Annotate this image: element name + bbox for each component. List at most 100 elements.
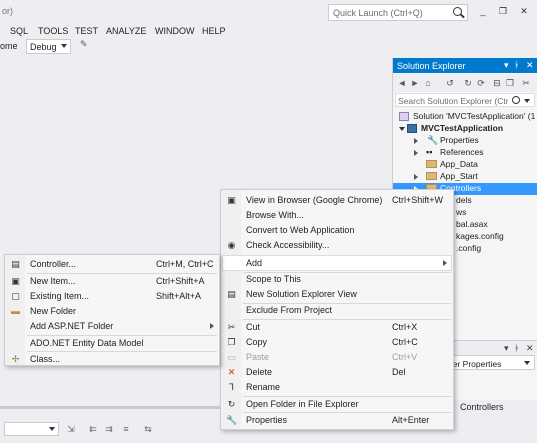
properties-object-label: der Properties — [448, 359, 502, 369]
context-menu: ▣ View in Browser (Google Chrome) Ctrl+S… — [220, 189, 454, 430]
dropdown-icon[interactable]: ▾ — [504, 60, 509, 71]
browser-dropdown-fragment[interactable]: ome — [0, 41, 18, 51]
menu-item-view-in-browser[interactable]: ▣ View in Browser (Google Chrome) Ctrl+S… — [222, 193, 452, 208]
quick-launch-input[interactable]: Quick Launch (Ctrl+Q) — [328, 4, 468, 21]
submenu-arrow-icon — [443, 260, 447, 266]
submenu-arrow-icon — [210, 323, 214, 329]
menu-tools[interactable]: TOOLS — [38, 26, 68, 36]
menu-item-copy[interactable]: ❐ Copy Ctrl+C — [222, 335, 452, 350]
find-previous-icon[interactable]: ⇇ — [88, 424, 98, 434]
tree-item-app-start[interactable]: App_Start — [393, 171, 537, 183]
menu-window[interactable]: WINDOW — [155, 26, 195, 36]
search-placeholder: Search Solution Explorer (Ctrl+;) — [398, 96, 508, 106]
paste-icon: ▭ — [227, 352, 236, 362]
menu-item-open-folder[interactable]: ↻ Open Folder in File Explorer — [222, 397, 452, 412]
wrench-icon: 🔧 — [226, 415, 238, 425]
tree-item-references[interactable]: ▪▪ References — [393, 147, 537, 159]
solution-icon — [399, 112, 409, 121]
browser-icon: ▣ — [227, 195, 236, 205]
pin-icon[interactable]: ᚼ — [514, 60, 519, 70]
close-icon[interactable]: ✕ — [526, 60, 534, 71]
menu-help[interactable]: HELP — [202, 26, 226, 36]
tree-item-solution[interactable]: Solution 'MVCTestApplication' (1 — [393, 111, 537, 123]
copy-icon: ❐ — [227, 337, 236, 347]
dropdown-icon[interactable]: ▾ — [504, 343, 509, 354]
menu-item-add[interactable]: Add — [222, 255, 452, 271]
pin-icon[interactable]: ᚼ — [514, 343, 519, 353]
add-submenu: ▤ Controller... Ctrl+M, Ctrl+C ▣ New Ite… — [4, 254, 220, 366]
forward-icon[interactable]: ► — [410, 78, 420, 88]
close-icon[interactable]: ✕ — [526, 343, 534, 354]
menu-item-convert-web-app[interactable]: Convert to Web Application — [222, 223, 452, 238]
search-icon — [512, 96, 520, 104]
menu-item-check-accessibility[interactable]: ◉ Check Accessibility... — [222, 238, 452, 253]
go-to-icon[interactable]: ⇲ — [66, 424, 76, 434]
sync-icon[interactable]: ↺ — [445, 78, 455, 88]
home-icon[interactable]: ⌂ — [423, 78, 433, 88]
new-view-icon: ▤ — [227, 289, 236, 299]
menu-item-paste[interactable]: ▭ Paste Ctrl+V — [222, 350, 452, 365]
back-icon[interactable]: ◄ — [397, 78, 407, 88]
menu-item-new-folder[interactable]: ▬ New Folder — [6, 304, 218, 319]
menu-item-ado-entity-model[interactable]: ADO.NET Entity Data Model — [6, 336, 218, 351]
tree-item-project[interactable]: MVCTestApplication — [393, 123, 537, 135]
find-next-icon[interactable]: ⇉ — [104, 424, 114, 434]
properties-wrench-icon[interactable]: ✂ — [521, 78, 531, 88]
title-bar: or) Quick Launch (Ctrl+Q) _ ❐ ✕ — [0, 0, 537, 22]
show-all-files-icon[interactable]: ❐ — [505, 78, 515, 88]
menu-item-controller[interactable]: ▤ Controller... Ctrl+M, Ctrl+C — [6, 257, 218, 272]
solution-explorer-search-input[interactable]: Search Solution Explorer (Ctrl+;) — [395, 93, 535, 107]
configuration-dropdown[interactable]: Debug — [26, 39, 71, 54]
web-project-icon — [407, 124, 417, 133]
menu-item-new-item[interactable]: ▣ New Item... Ctrl+Shift+A — [6, 274, 218, 289]
menu-item-properties[interactable]: 🔧 Properties Alt+Enter — [222, 413, 452, 428]
menu-item-delete[interactable]: ✕ Delete Del — [222, 365, 452, 380]
maximize-button[interactable]: ❐ — [496, 5, 510, 17]
menu-bar: SQL TOOLS TEST ANALYZE WINDOW HELP — [0, 22, 390, 38]
open-folder-icon: ↻ — [227, 399, 236, 409]
close-button[interactable]: ✕ — [517, 5, 531, 17]
tree-item-properties[interactable]: 🔧 Properties — [393, 135, 537, 147]
menu-item-scope-to-this[interactable]: Scope to This — [222, 272, 452, 287]
menu-item-add-aspnet-folder[interactable]: Add ASP.NET Folder — [6, 319, 218, 334]
clear-icon[interactable]: ≡ — [121, 424, 131, 434]
menu-analyze[interactable]: ANALYZE — [106, 26, 146, 36]
window-title: or) — [2, 6, 13, 16]
menu-item-existing-item[interactable]: ▢ Existing Item... Shift+Alt+A — [6, 289, 218, 304]
controller-icon: ▤ — [11, 259, 20, 269]
class-icon: ✢ — [11, 354, 20, 364]
chevron-down-icon — [49, 427, 55, 431]
solution-explorer-title: Solution Explorer — [397, 61, 466, 71]
menu-item-browse-with[interactable]: Browse With... — [222, 208, 452, 223]
expanded-arrow-icon[interactable] — [399, 127, 405, 131]
minimize-button[interactable]: _ — [476, 5, 490, 17]
collapsed-arrow-icon[interactable] — [414, 150, 418, 156]
word-wrap-icon[interactable]: ⇆ — [143, 424, 153, 434]
search-icon — [453, 7, 462, 16]
menu-item-cut[interactable]: ✂ Cut Ctrl+X — [222, 320, 452, 335]
collapsed-arrow-icon[interactable] — [414, 174, 418, 180]
delete-icon: ✕ — [227, 367, 236, 377]
solution-explorer-toolbar: ◄ ► ⌂ ↺ ↻ ⟳ ⊟ ❐ ✂ — [393, 74, 537, 92]
menu-item-exclude-from-project[interactable]: Exclude From Project — [222, 303, 452, 318]
refresh-icon[interactable]: ⟳ — [476, 78, 486, 88]
tree-item-app-data[interactable]: App_Data — [393, 159, 537, 171]
output-source-dropdown[interactable] — [4, 422, 59, 436]
accessibility-icon: ◉ — [227, 240, 236, 250]
collapsed-arrow-icon[interactable] — [414, 138, 418, 144]
chevron-down-icon[interactable] — [524, 99, 530, 103]
standard-toolbar: ome Debug ✎ — [0, 38, 390, 56]
pending-changes-icon[interactable]: ↻ — [463, 78, 473, 88]
folder-icon — [426, 160, 437, 168]
collapse-all-icon[interactable]: ⊟ — [492, 78, 502, 88]
chevron-down-icon — [524, 361, 530, 365]
configuration-value: Debug — [30, 42, 57, 52]
new-folder-icon: ▬ — [11, 306, 20, 316]
menu-item-new-se-view[interactable]: ▤ New Solution Explorer View — [222, 287, 452, 302]
attach-icon[interactable]: ✎ — [80, 39, 88, 50]
menu-test[interactable]: TEST — [75, 26, 98, 36]
menu-item-rename[interactable]: Ꞁ Rename — [222, 380, 452, 395]
menu-sql[interactable]: SQL — [10, 26, 28, 36]
solution-explorer-header: Solution Explorer ▾ ᚼ ✕ — [393, 58, 537, 73]
menu-item-class[interactable]: ✢ Class... — [6, 352, 218, 367]
